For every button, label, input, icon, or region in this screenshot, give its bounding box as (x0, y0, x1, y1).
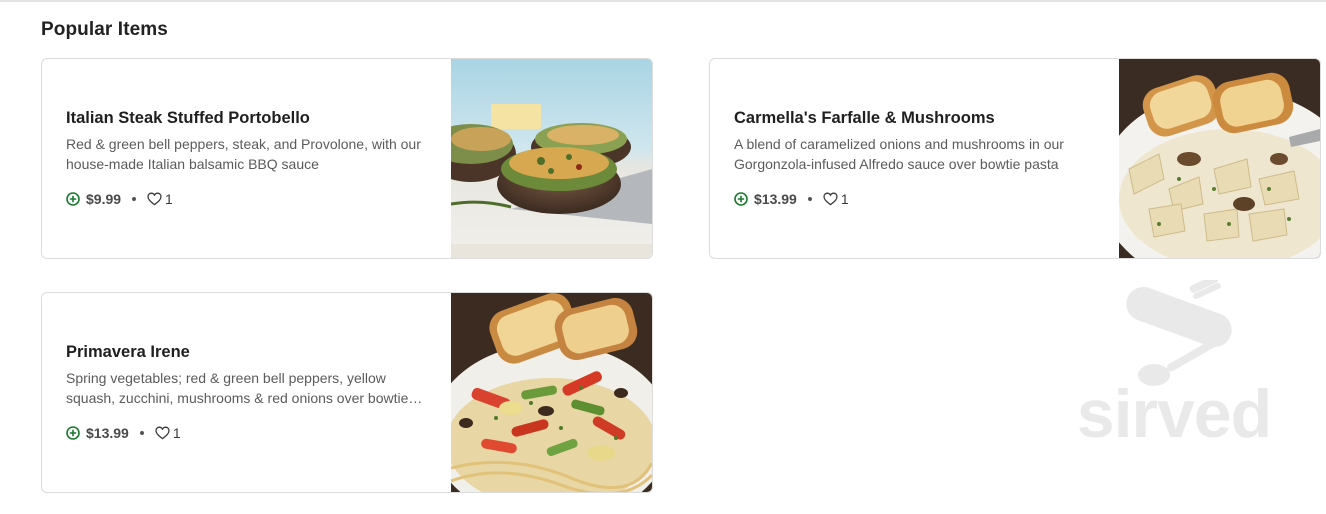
card-body: Carmella's Farfalle & Mushrooms A blend … (734, 59, 1094, 258)
farfalle-mushrooms-photo (1119, 59, 1320, 258)
card-body: Primavera Irene Spring vegetables; red &… (66, 293, 426, 492)
heart-icon[interactable] (155, 426, 170, 440)
separator-dot (139, 431, 144, 435)
like-count: 1 (172, 425, 181, 441)
top-divider (0, 0, 1326, 2)
add-circle-icon[interactable] (734, 192, 748, 206)
add-circle-icon[interactable] (66, 426, 80, 440)
item-price: $13.99 (754, 191, 797, 207)
item-meta: $9.99 1 (66, 190, 173, 208)
item-name: Italian Steak Stuffed Portobello (66, 109, 310, 127)
menu-item-card[interactable]: Primavera Irene Spring vegetables; red &… (41, 292, 653, 493)
heart-icon[interactable] (823, 192, 838, 206)
utensils-logo-icon (1126, 275, 1232, 386)
separator-dot (132, 197, 137, 201)
card-body: Italian Steak Stuffed Portobello Red & g… (66, 59, 426, 258)
item-description: Red & green bell peppers, steak, and Pro… (66, 136, 421, 172)
heart-icon[interactable] (147, 192, 162, 206)
item-price: $9.99 (86, 191, 122, 207)
add-circle-icon[interactable] (66, 192, 80, 206)
popular-items-page: Popular Items Italian Steak Stuffed Port… (0, 0, 1326, 514)
sirved-watermark: sirved (1074, 275, 1274, 452)
menu-item-card[interactable]: Carmella's Farfalle & Mushrooms A blend … (709, 58, 1321, 259)
item-name: Carmella's Farfalle & Mushrooms (734, 109, 995, 127)
like-count: 1 (840, 191, 849, 207)
item-price: $13.99 (86, 425, 129, 441)
item-meta: $13.99 1 (734, 190, 849, 208)
separator-dot (807, 197, 812, 201)
watermark-text: sirved (1076, 376, 1272, 452)
section-title: Popular Items (41, 19, 168, 40)
item-description: Spring vegetables; red & green bell pepp… (66, 370, 409, 406)
menu-item-card[interactable]: Italian Steak Stuffed Portobello Red & g… (41, 58, 653, 259)
stuffed-portobello-photo (451, 59, 652, 258)
item-meta: $13.99 1 (66, 424, 181, 442)
item-name: Primavera Irene (66, 343, 190, 361)
primavera-irene-photo (451, 293, 652, 492)
like-count: 1 (165, 191, 173, 207)
item-description: A blend of caramelized onions and mushro… (734, 136, 1064, 172)
